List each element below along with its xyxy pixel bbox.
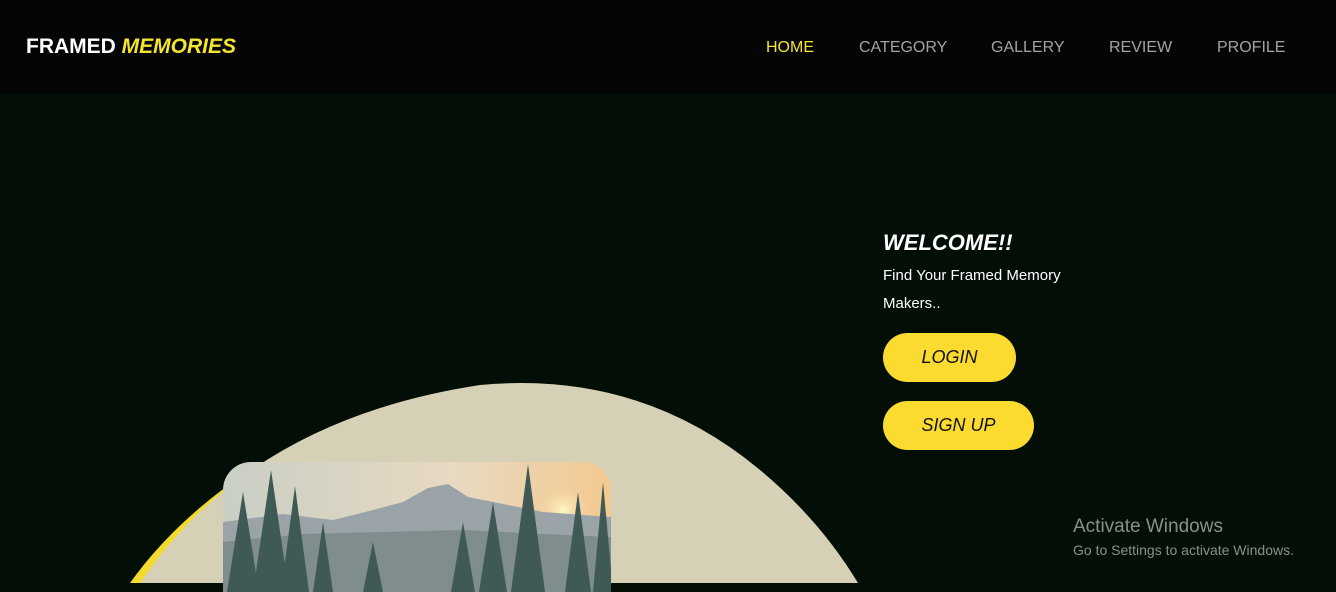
signup-button[interactable]: SIGN UP [883, 401, 1034, 450]
nav-review[interactable]: REVIEW [1109, 39, 1172, 57]
activate-windows-subtitle: Go to Settings to activate Windows. [1073, 542, 1294, 558]
activate-windows-title: Activate Windows [1073, 516, 1223, 537]
nav-profile[interactable]: PROFILE [1217, 39, 1285, 57]
welcome-title: WELCOME!! [883, 230, 1013, 255]
welcome-subtitle: Find Your Framed Memory Makers.. [883, 267, 1061, 312]
hero-section [0, 94, 1336, 583]
nav-home[interactable]: HOME [766, 39, 814, 57]
nav-category[interactable]: CATEGORY [859, 39, 947, 57]
navbar: FRAMED MEMORIES HOME CATEGORY GALLERY RE… [0, 0, 1336, 94]
login-button[interactable]: LOGIN [883, 333, 1016, 382]
logo-text-accent: MEMORIES [121, 35, 237, 58]
landscape-photo-icon [223, 462, 611, 592]
nav-gallery[interactable]: GALLERY [991, 39, 1065, 57]
logo[interactable]: FRAMED MEMORIES [26, 35, 236, 59]
logo-text-main: FRAMED [26, 35, 116, 58]
landscape-photo [223, 462, 611, 592]
